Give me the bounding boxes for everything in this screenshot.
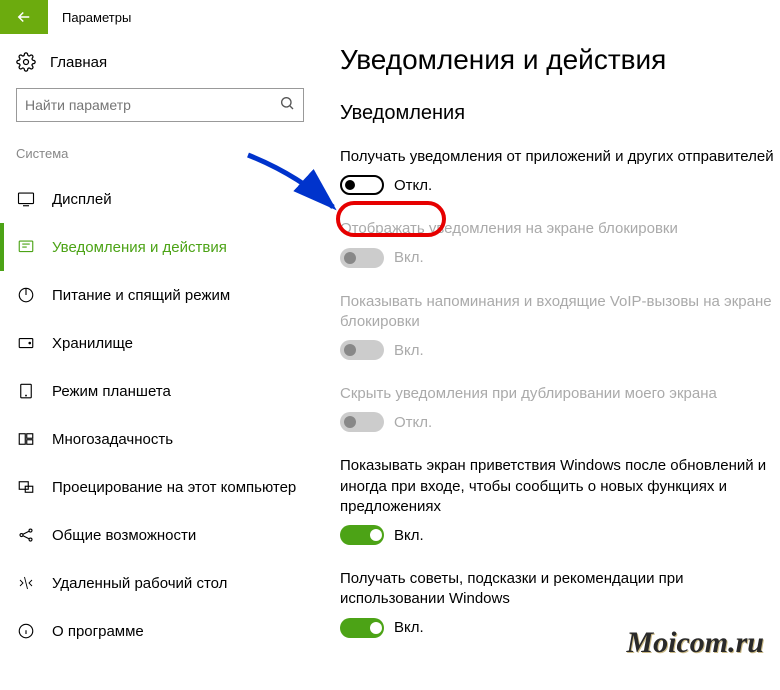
setting-welcome-screen: Показывать экран приветствия Windows пос…	[340, 456, 774, 545]
setting-get-notifications: Получать уведомления от приложений и дру…	[340, 147, 774, 195]
sidebar-item-label: Общие возможности	[52, 527, 196, 544]
sidebar-item-power[interactable]: Питание и спящий режим	[16, 271, 304, 319]
sidebar-item-label: Хранилище	[52, 335, 133, 352]
toggle-state: Откл.	[394, 177, 432, 194]
setting-voip-reminders: Показывать напоминания и входящие VoIP-в…	[340, 292, 774, 361]
tablet-icon	[16, 381, 36, 401]
projecting-icon	[16, 477, 36, 497]
sidebar-item-label: Удаленный рабочий стол	[52, 575, 227, 592]
notifications-icon	[16, 237, 36, 257]
toggle-lockscreen-notifications[interactable]	[340, 248, 384, 268]
sidebar-section-title: Система	[16, 146, 304, 161]
sidebar-item-label: Проецирование на этот компьютер	[52, 479, 296, 496]
sidebar-item-remote[interactable]: Удаленный рабочий стол	[16, 559, 304, 607]
sidebar-item-label: Дисплей	[52, 191, 112, 208]
sidebar-item-storage[interactable]: Хранилище	[16, 319, 304, 367]
sidebar-item-shared[interactable]: Общие возможности	[16, 511, 304, 559]
toggle-tips[interactable]	[340, 618, 384, 638]
sidebar-item-about[interactable]: О программе	[16, 607, 304, 655]
remote-icon	[16, 573, 36, 593]
info-icon	[16, 621, 36, 641]
sidebar-item-label: О программе	[52, 623, 144, 640]
setting-label: Показывать экран приветствия Windows пос…	[340, 456, 774, 517]
section-heading: Уведомления	[340, 102, 774, 125]
window-title: Параметры	[48, 10, 131, 25]
setting-hide-duplicating: Скрыть уведомления при дублировании моег…	[340, 384, 774, 432]
search-box[interactable]	[16, 88, 304, 122]
power-icon	[16, 285, 36, 305]
toggle-state: Откл.	[394, 414, 432, 431]
search-icon	[279, 95, 295, 116]
sidebar-item-notifications[interactable]: Уведомления и действия	[0, 223, 304, 271]
back-button[interactable]	[0, 0, 48, 34]
sidebar-item-label: Уведомления и действия	[52, 239, 227, 256]
sidebar-item-display[interactable]: Дисплей	[16, 175, 304, 223]
setting-label: Показывать напоминания и входящие VoIP-в…	[340, 292, 774, 333]
shared-icon	[16, 525, 36, 545]
toggle-state: Вкл.	[394, 527, 424, 544]
toggle-state: Вкл.	[394, 619, 424, 636]
titlebar: Параметры	[0, 0, 780, 34]
page-title: Уведомления и действия	[340, 44, 774, 76]
watermark: Moicom.ru	[626, 626, 764, 660]
sidebar-item-projecting[interactable]: Проецирование на этот компьютер	[16, 463, 304, 511]
toggle-state: Вкл.	[394, 249, 424, 266]
sidebar: Главная Система Дисплей Уведомления и де…	[0, 44, 320, 662]
search-input[interactable]	[25, 97, 279, 113]
setting-lockscreen-notifications: Отображать уведомления на экране блокиро…	[340, 219, 774, 267]
setting-label: Скрыть уведомления при дублировании моег…	[340, 384, 774, 404]
display-icon	[16, 189, 36, 209]
sidebar-item-label: Питание и спящий режим	[52, 287, 230, 304]
multitasking-icon	[16, 429, 36, 449]
toggle-welcome-screen[interactable]	[340, 525, 384, 545]
toggle-state: Вкл.	[394, 342, 424, 359]
sidebar-item-tablet[interactable]: Режим планшета	[16, 367, 304, 415]
gear-icon	[16, 52, 36, 72]
sidebar-home-label: Главная	[50, 54, 107, 71]
sidebar-item-label: Многозадачность	[52, 431, 173, 448]
sidebar-home[interactable]: Главная	[16, 44, 304, 88]
toggle-get-notifications[interactable]	[340, 175, 384, 195]
toggle-hide-duplicating[interactable]	[340, 412, 384, 432]
setting-label: Получать советы, подсказки и рекомендаци…	[340, 569, 774, 610]
setting-label: Получать уведомления от приложений и дру…	[340, 147, 774, 167]
storage-icon	[16, 333, 36, 353]
sidebar-item-label: Режим планшета	[52, 383, 171, 400]
main-panel: Уведомления и действия Уведомления Получ…	[320, 44, 780, 662]
setting-label: Отображать уведомления на экране блокиро…	[340, 219, 774, 239]
toggle-voip-reminders[interactable]	[340, 340, 384, 360]
sidebar-item-multitasking[interactable]: Многозадачность	[16, 415, 304, 463]
